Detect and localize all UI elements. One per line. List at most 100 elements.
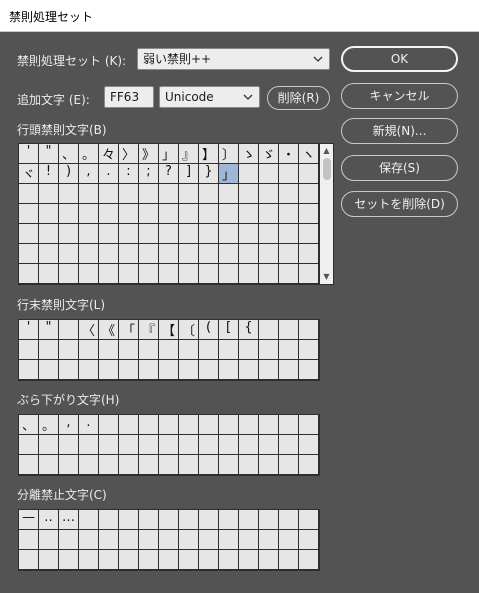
char-cell[interactable] (199, 224, 219, 244)
char-cell[interactable] (279, 530, 299, 550)
delete-char-button[interactable]: 削除(R) (267, 86, 330, 110)
char-cell[interactable]: ゞ (259, 144, 279, 164)
char-cell[interactable] (179, 360, 199, 380)
line-start-char-grid[interactable]: ' "、。々〉》」』】〕ゝゞ・ヽヾ!),.:;?]}」 (18, 143, 320, 285)
char-cell[interactable] (259, 204, 279, 224)
char-cell[interactable]: , (59, 415, 79, 435)
char-cell[interactable] (279, 435, 299, 455)
char-cell[interactable] (259, 415, 279, 435)
char-cell[interactable]: } (199, 164, 219, 184)
char-cell[interactable] (179, 340, 199, 360)
char-cell[interactable] (219, 550, 239, 570)
char-cell[interactable]: ・ (279, 144, 299, 164)
char-cell[interactable] (299, 164, 319, 184)
char-cell[interactable] (19, 224, 39, 244)
char-cell[interactable] (299, 415, 319, 435)
kinsoku-set-dropdown[interactable]: 弱い禁則++ (137, 48, 330, 70)
char-cell[interactable] (299, 530, 319, 550)
char-cell[interactable] (199, 360, 219, 380)
char-cell[interactable] (139, 455, 159, 475)
char-cell[interactable] (239, 264, 259, 284)
char-cell[interactable]: 〉 (119, 144, 139, 164)
char-cell[interactable] (99, 340, 119, 360)
char-cell[interactable] (179, 224, 199, 244)
char-cell[interactable] (179, 550, 199, 570)
char-cell[interactable] (199, 550, 219, 570)
char-cell[interactable]: 、 (59, 144, 79, 164)
char-cell[interactable] (259, 510, 279, 530)
char-cell[interactable] (259, 244, 279, 264)
char-cell[interactable] (259, 164, 279, 184)
char-cell[interactable] (219, 455, 239, 475)
char-cell[interactable]: 「 (119, 320, 139, 340)
hanging-char-grid[interactable]: 、。,. (18, 414, 320, 476)
char-cell[interactable] (199, 204, 219, 224)
char-cell[interactable] (279, 455, 299, 475)
char-cell[interactable] (19, 455, 39, 475)
char-cell[interactable] (299, 550, 319, 570)
char-cell[interactable]: 》 (139, 144, 159, 164)
char-cell[interactable]: ( (199, 320, 219, 340)
char-cell[interactable]: 、 (19, 415, 39, 435)
char-cell[interactable] (119, 435, 139, 455)
char-cell[interactable] (19, 530, 39, 550)
char-cell[interactable]: ) (59, 164, 79, 184)
char-cell[interactable]: ヾ (19, 164, 39, 184)
char-cell[interactable] (179, 244, 199, 264)
char-cell[interactable] (239, 184, 259, 204)
char-cell[interactable] (159, 415, 179, 435)
char-cell[interactable] (59, 340, 79, 360)
char-cell[interactable] (199, 244, 219, 264)
char-cell[interactable] (299, 264, 319, 284)
char-cell[interactable] (39, 435, 59, 455)
char-cell[interactable] (119, 360, 139, 380)
char-cell[interactable] (99, 184, 119, 204)
char-cell[interactable] (179, 510, 199, 530)
char-cell[interactable] (219, 530, 239, 550)
char-cell[interactable] (239, 415, 259, 435)
char-cell[interactable] (279, 320, 299, 340)
char-cell[interactable]: ‥ (39, 510, 59, 530)
char-cell[interactable] (179, 530, 199, 550)
char-cell[interactable] (259, 435, 279, 455)
char-cell[interactable] (119, 244, 139, 264)
char-cell[interactable] (79, 264, 99, 284)
char-cell[interactable] (239, 510, 259, 530)
char-cell[interactable] (239, 530, 259, 550)
char-cell[interactable] (219, 360, 239, 380)
char-cell[interactable] (19, 204, 39, 224)
char-cell[interactable] (119, 264, 139, 284)
char-cell[interactable] (239, 360, 259, 380)
char-cell[interactable] (179, 204, 199, 224)
char-cell[interactable] (279, 244, 299, 264)
char-cell[interactable] (219, 510, 239, 530)
char-cell[interactable] (299, 360, 319, 380)
char-cell[interactable] (139, 204, 159, 224)
char-cell[interactable] (259, 530, 279, 550)
char-cell[interactable] (19, 360, 39, 380)
char-cell[interactable] (39, 204, 59, 224)
char-cell[interactable] (159, 510, 179, 530)
char-cell[interactable] (139, 244, 159, 264)
char-cell[interactable]: 【 (159, 320, 179, 340)
char-cell[interactable] (259, 455, 279, 475)
char-cell[interactable] (39, 184, 59, 204)
save-set-button[interactable]: 保存(S) (341, 155, 458, 181)
char-cell[interactable] (179, 184, 199, 204)
char-cell[interactable] (79, 244, 99, 264)
char-cell[interactable] (279, 164, 299, 184)
char-cell[interactable] (159, 244, 179, 264)
char-cell[interactable] (259, 360, 279, 380)
char-cell[interactable] (239, 204, 259, 224)
char-cell[interactable] (39, 224, 59, 244)
char-cell[interactable] (259, 340, 279, 360)
char-cell[interactable]: { (239, 320, 259, 340)
char-cell[interactable] (39, 530, 59, 550)
char-cell[interactable] (59, 204, 79, 224)
char-cell[interactable] (99, 244, 119, 264)
char-cell[interactable] (59, 455, 79, 475)
char-cell[interactable] (119, 510, 139, 530)
char-cell[interactable] (279, 360, 299, 380)
char-cell[interactable] (159, 550, 179, 570)
char-cell[interactable] (159, 435, 179, 455)
